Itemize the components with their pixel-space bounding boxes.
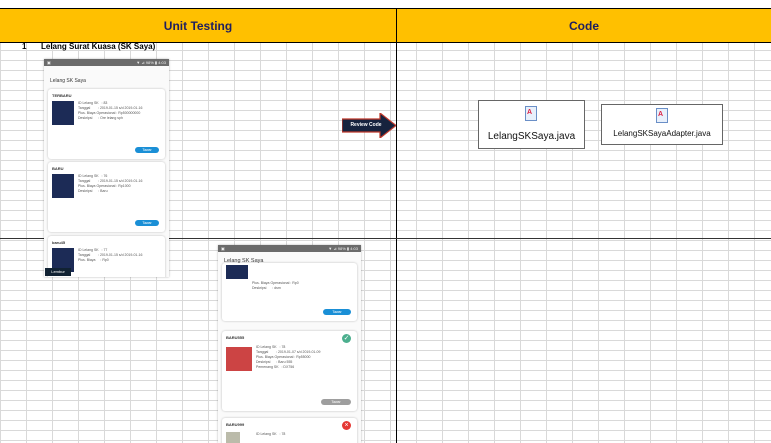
tawar-button[interactable]: Tawar	[135, 220, 159, 226]
card-section: TERBARU	[52, 93, 72, 98]
card-section: BARU999	[226, 422, 245, 427]
status-bar: ▣ ▼ ⊿ 98% ▮ 4:03	[44, 59, 169, 66]
auction-card[interactable]: BARU999 × ID Lelang SK : 78	[222, 418, 357, 443]
file-name: LelangSKSayaAdapter.java	[613, 129, 711, 138]
badge-lembur: Lembur	[45, 268, 71, 276]
header-code: Code	[569, 18, 599, 33]
app-title: Lelang SK Saya	[50, 78, 86, 84]
card-details: ID Lelang SK : 78 Tanggal : 2019-01-07 s…	[256, 345, 321, 369]
card-details: ID Lelang SK : 83 Tanggal : 2019-01-15 s…	[78, 101, 143, 120]
header-unit-testing: Unit Testing	[163, 18, 233, 33]
java-file-icon	[656, 108, 668, 123]
tawar-button[interactable]: Tawar	[321, 399, 351, 405]
row-title: Lelang Surat Kuasa (SK Saya)	[41, 42, 156, 51]
check-icon: ✓	[342, 334, 351, 343]
card-section: BARU	[52, 166, 64, 171]
card-thumbnail	[226, 432, 240, 443]
java-file-icon	[525, 106, 537, 121]
tawar-button[interactable]: Tawar	[323, 309, 351, 315]
review-code-arrow: Review Code	[342, 113, 396, 138]
close-icon: ×	[342, 421, 351, 430]
card-thumbnail	[52, 174, 74, 198]
card-details: ID Lelang SK : 78	[256, 432, 286, 436]
auction-card[interactable]: Plus. Biaya Operasional : Rp0 Deskripsi …	[222, 263, 357, 321]
card-section: baru45	[52, 240, 66, 245]
status-bar: ▣ ▼ ⊿ 98% ▮ 4:03	[218, 245, 361, 252]
card-section: BARU555	[226, 335, 245, 340]
phone-screenshot-1: ▣ ▼ ⊿ 98% ▮ 4:03 Lelang SK Saya TERBARU I…	[44, 59, 169, 277]
file-name: LelangSKSaya.java	[487, 131, 576, 142]
review-code-label: Review Code	[344, 120, 388, 130]
tawar-button[interactable]: Tawar	[135, 147, 159, 153]
column-divider	[396, 8, 397, 443]
card-thumbnail	[226, 347, 252, 371]
auction-card[interactable]: BARU555 ✓ ID Lelang SK : 78 Tanggal : 20…	[222, 331, 357, 411]
card-details: Plus. Biaya Operasional : Rp0 Deskripsi …	[252, 281, 299, 290]
file-lelangsksaya[interactable]: LelangSKSaya.java	[478, 100, 585, 149]
card-details: ID Lelang SK : 76 Tanggal : 2019-01-15 s…	[78, 174, 143, 193]
auction-card[interactable]: TERBARU ID Lelang SK : 83 Tanggal : 2019…	[48, 89, 165, 159]
file-lelangsksayaadapter[interactable]: LelangSKSayaAdapter.java	[601, 104, 723, 145]
row-number: 1	[22, 42, 27, 51]
auction-card[interactable]: BARU ID Lelang SK : 76 Tanggal : 2019-01…	[48, 162, 165, 232]
phone-screenshot-2: ▣ ▼ ⊿ 98% ▮ 4:03 Lelang SK Saya Plus. Bia…	[218, 245, 361, 443]
card-thumbnail	[52, 101, 74, 125]
card-details: ID Lelang SK : 77 Tanggal : 2019-01-15 s…	[78, 248, 143, 262]
card-thumbnail	[226, 265, 248, 279]
table-header: Unit Testing Code	[0, 8, 771, 43]
